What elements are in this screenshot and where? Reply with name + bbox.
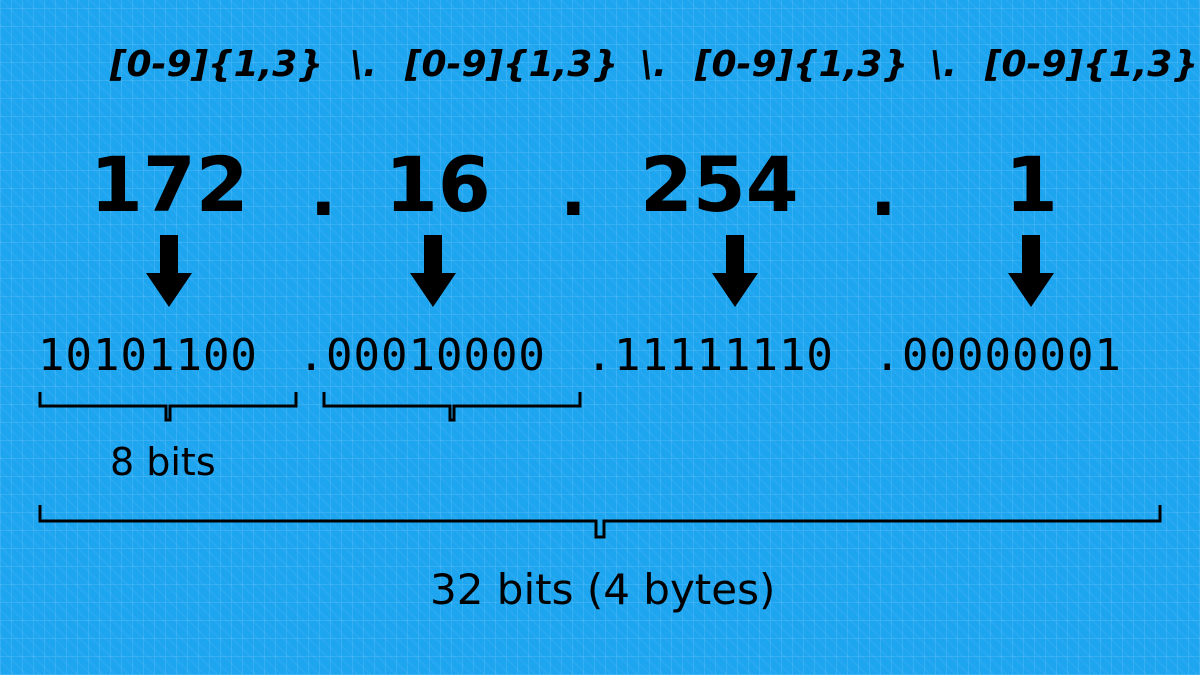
regex-group-2: [0-9]{1,3} <box>405 44 618 85</box>
arrow-down-icon <box>712 235 758 307</box>
octet-1: 172 <box>90 140 249 229</box>
octet-dot-1: . <box>310 150 337 232</box>
label-32-bits: 32 bits (4 bytes) <box>430 565 775 614</box>
arrow-down-icon <box>146 235 192 307</box>
octet-dot-3: . <box>870 150 897 232</box>
regex-group-4: [0-9]{1,3} <box>985 44 1198 85</box>
regex-sep-1: \. <box>350 44 377 85</box>
binary-octet-4: 00000001 <box>902 330 1122 381</box>
regex-sep-2: \. <box>640 44 667 85</box>
octet-4: 1 <box>1005 140 1058 229</box>
regex-sep-3: \. <box>930 44 957 85</box>
arrow-down-icon <box>1008 235 1054 307</box>
arrow-down-icon <box>410 235 456 307</box>
binary-dot-3: . <box>874 330 902 381</box>
bracket-8bits-2 <box>322 392 582 440</box>
binary-dot-2: . <box>586 330 614 381</box>
octet-3: 254 <box>640 140 799 229</box>
bracket-8bits-1 <box>38 392 298 440</box>
binary-dot-1: . <box>298 330 326 381</box>
binary-octet-2: 00010000 <box>326 330 546 381</box>
regex-group-3: [0-9]{1,3} <box>695 44 908 85</box>
label-8-bits: 8 bits <box>110 440 216 484</box>
binary-octet-3: 11111110 <box>614 330 834 381</box>
binary-octet-1: 10101100 <box>38 330 258 381</box>
octet-2: 16 <box>385 140 491 229</box>
octet-dot-2: . <box>560 150 587 232</box>
bracket-32bits <box>38 505 1162 557</box>
regex-group-1: [0-9]{1,3} <box>110 44 323 85</box>
